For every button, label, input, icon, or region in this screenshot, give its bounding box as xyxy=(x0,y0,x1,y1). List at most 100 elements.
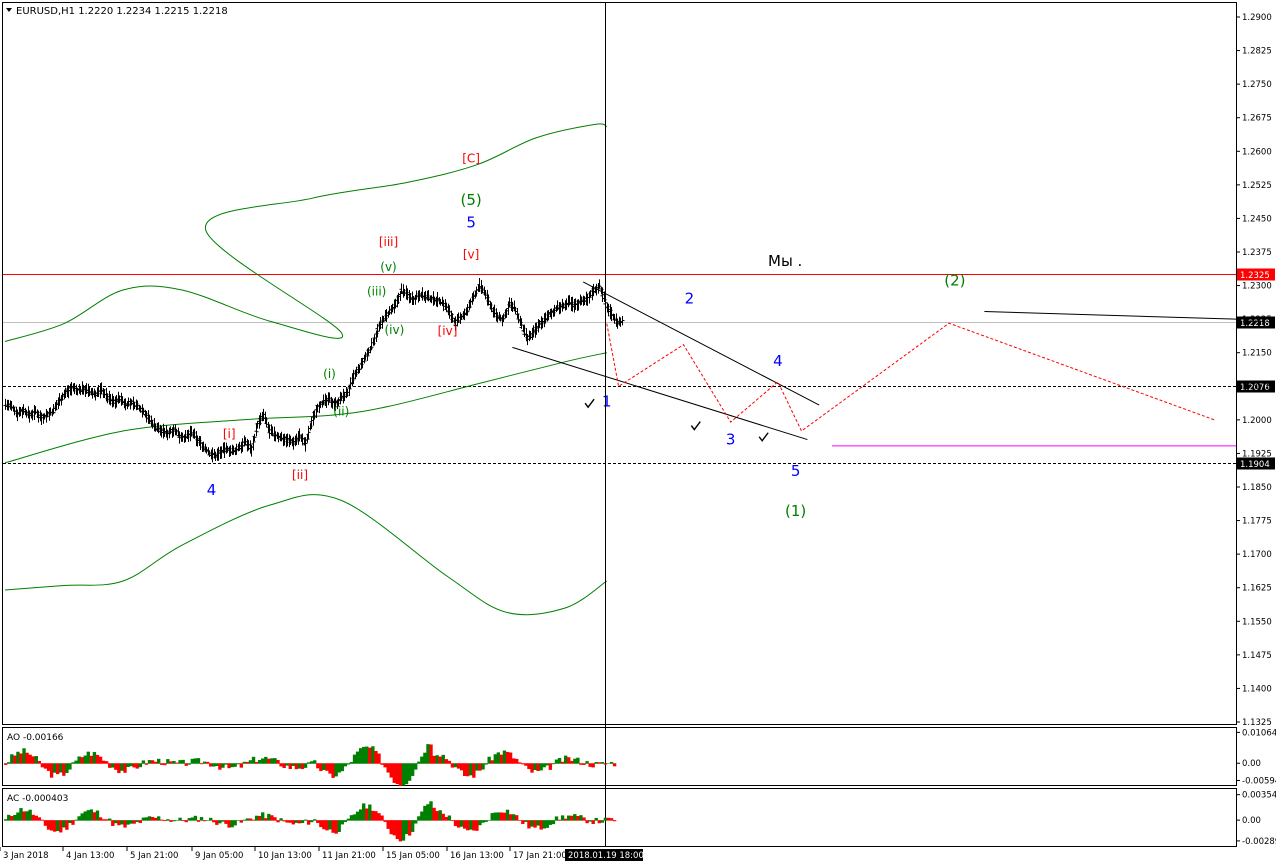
osc-bar xyxy=(294,763,299,770)
osc-bar xyxy=(362,746,366,764)
ao-indicator: 0.01064 0.00 -0.00594 xyxy=(4,728,1276,786)
osc-bar xyxy=(389,763,393,778)
osc-bar xyxy=(86,810,90,821)
osc-bar xyxy=(426,804,430,821)
osc-bar xyxy=(209,763,213,767)
wave-label: (2) xyxy=(944,272,965,290)
osc-bar xyxy=(414,820,418,824)
osc-bar xyxy=(563,755,568,764)
osc-bar xyxy=(456,763,461,769)
osc-bar xyxy=(420,756,424,764)
osc-bar xyxy=(163,763,167,766)
osc-bar xyxy=(7,762,11,764)
osc-bar xyxy=(13,755,17,764)
time-tick-label: 17 Jan 21:00 xyxy=(513,851,567,861)
price-tick-label: 1.1400 xyxy=(1242,684,1272,694)
osc-bar xyxy=(236,820,240,821)
osc-bar xyxy=(114,820,118,824)
osc-bar xyxy=(521,820,525,824)
osc-bar xyxy=(190,817,195,821)
osc-bar xyxy=(395,763,400,785)
osc-bar xyxy=(297,763,302,769)
osc-bar xyxy=(386,763,390,773)
osc-bar xyxy=(288,763,292,769)
osc-bar xyxy=(337,763,341,773)
osc-bar xyxy=(576,816,580,821)
chevron-down-icon[interactable] xyxy=(6,8,12,12)
osc-bar xyxy=(447,815,452,821)
osc-bar xyxy=(551,763,556,765)
osc-bar xyxy=(557,757,562,764)
osc-bar xyxy=(560,815,565,821)
osc-bar xyxy=(331,763,335,778)
price-level-label: 1.2325 xyxy=(1240,271,1270,281)
osc-bar xyxy=(166,819,170,821)
price-tick-label: 1.2375 xyxy=(1242,248,1272,258)
osc-bar xyxy=(175,820,179,821)
osc-bar xyxy=(31,814,35,821)
check-icon xyxy=(758,432,769,442)
osc-bar xyxy=(282,763,286,769)
osc-bar xyxy=(153,817,158,821)
osc-bar xyxy=(120,820,124,825)
osc-bar xyxy=(597,820,601,824)
osc-tick-label: 0.003547 xyxy=(1242,791,1276,801)
osc-bar xyxy=(172,760,176,764)
osc-bar xyxy=(10,754,14,764)
osc-bar xyxy=(603,763,608,765)
osc-bar xyxy=(89,755,94,764)
osc-bar xyxy=(120,763,124,771)
wave-label: 1 xyxy=(602,392,612,410)
price-tick-label: 1.1325 xyxy=(1242,718,1272,728)
osc-bar xyxy=(527,820,531,829)
osc-bar xyxy=(358,748,363,764)
osc-bar xyxy=(319,820,323,828)
osc-bar xyxy=(573,814,577,821)
osc-bar xyxy=(181,759,185,764)
wave-label: 3 xyxy=(726,430,736,448)
osc-bar xyxy=(450,820,455,821)
osc-bar xyxy=(570,815,574,821)
osc-bar xyxy=(141,760,146,764)
price-tick-label: 1.1850 xyxy=(1242,483,1272,493)
osc-bar xyxy=(196,758,201,764)
osc-bar xyxy=(380,763,384,765)
osc-bar xyxy=(132,820,136,824)
price-tick-label: 1.1475 xyxy=(1242,651,1272,661)
osc-bar xyxy=(257,815,262,821)
osc-bar xyxy=(459,820,464,827)
osc-bar xyxy=(435,811,439,821)
osc-bar xyxy=(251,756,256,764)
wave-label: [v] xyxy=(463,248,479,262)
osc-bar xyxy=(414,763,418,770)
osc-bar xyxy=(511,814,516,821)
osc-bar xyxy=(444,816,448,821)
osc-bar xyxy=(563,818,568,821)
osc-bar xyxy=(432,755,436,764)
osc-bar xyxy=(230,763,234,768)
osc-bar xyxy=(496,752,501,764)
osc-bar xyxy=(573,758,577,764)
osc-bar xyxy=(95,810,100,821)
osc-bar xyxy=(28,809,32,821)
price-tick-label: 1.1625 xyxy=(1242,584,1272,594)
osc-bar xyxy=(101,819,106,821)
osc-bar xyxy=(144,763,149,765)
osc-bar xyxy=(153,761,158,764)
osc-bar xyxy=(306,762,311,764)
osc-bar xyxy=(224,820,228,824)
osc-bar xyxy=(567,815,571,821)
osc-bar xyxy=(65,763,69,773)
time-tick-label: 4 Jan 13:00 xyxy=(66,851,114,861)
osc-bar xyxy=(25,811,29,821)
osc-bar xyxy=(533,820,537,828)
price-tick-label: 1.2000 xyxy=(1242,416,1272,426)
trading-chart[interactable]: 1.23251.22181.20761.1904 [C](5)5[iii][v]… xyxy=(0,0,1276,866)
osc-bar xyxy=(579,763,583,765)
osc-bar xyxy=(355,751,360,764)
osc-bar xyxy=(374,751,378,764)
osc-bar xyxy=(429,744,433,764)
current-time-label: 2018.01.19 18:00 xyxy=(568,851,644,861)
osc-bar xyxy=(184,763,188,766)
osc-bar xyxy=(487,820,491,821)
